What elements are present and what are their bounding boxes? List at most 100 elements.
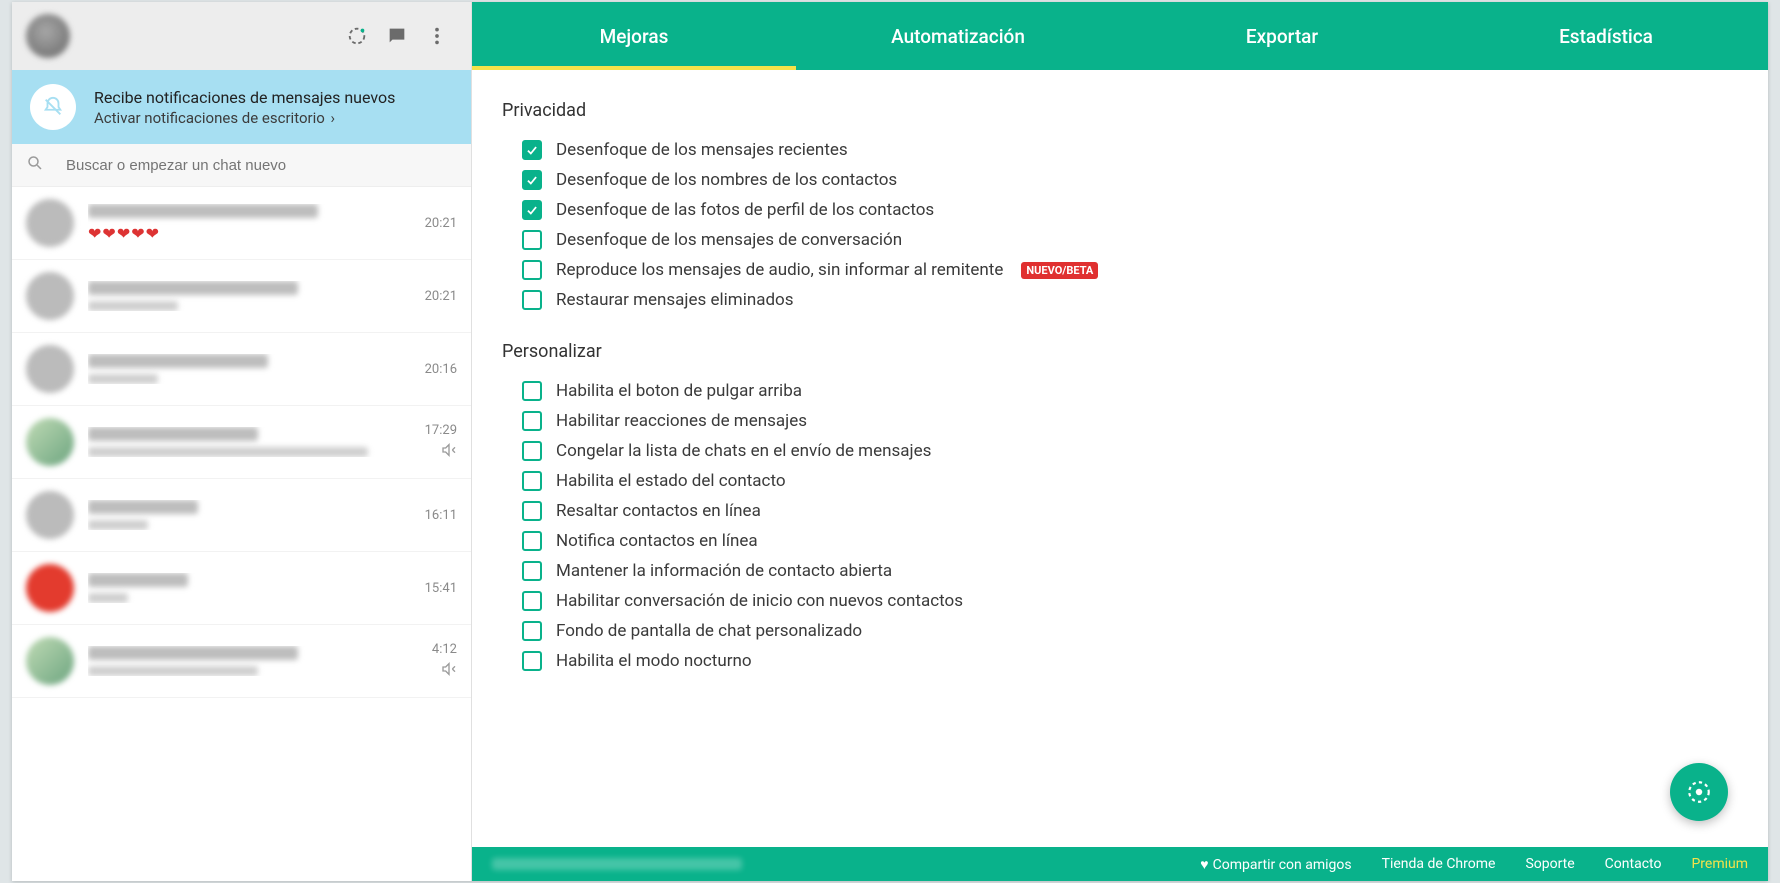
chat-avatar [26,564,74,612]
option-label: Desenfoque de los mensajes de conversaci… [556,230,902,250]
chat-name [88,427,258,441]
checkbox[interactable] [522,561,542,581]
footer-user-info [492,858,742,870]
notification-title: Recibe notificaciones de mensajes nuevos [94,88,453,107]
chat-row[interactable]: 16:11 [12,479,471,552]
chat-time: 17:29 [425,423,457,438]
option-label: Resaltar contactos en línea [556,501,761,521]
option-row[interactable]: Habilita el boton de pulgar arriba [522,376,1738,406]
menu-icon[interactable] [417,16,457,56]
option-row[interactable]: Desenfoque de los mensajes de conversaci… [522,225,1738,255]
option-row[interactable]: Habilita el modo nocturno [522,646,1738,676]
chevron-right-icon: › [327,109,335,127]
checkbox[interactable] [522,200,542,220]
checkbox[interactable] [522,230,542,250]
option-label: Habilitar reacciones de mensajes [556,411,807,431]
chat-time: 16:11 [425,508,457,523]
footer-support[interactable]: Soporte [1525,856,1574,872]
checkbox[interactable] [522,591,542,611]
option-row[interactable]: Notifica contactos en línea [522,526,1738,556]
tab-exportar[interactable]: Exportar [1120,2,1444,70]
footer-store[interactable]: Tienda de Chrome [1382,856,1496,872]
chat-name [88,204,318,218]
footer: ♥Compartir con amigos Tienda de Chrome S… [472,847,1768,881]
sidebar-header [12,2,471,70]
chat-time: 15:41 [425,581,457,596]
chat-time: 4:12 [432,642,457,657]
notification-banner[interactable]: Recibe notificaciones de mensajes nuevos… [12,70,471,144]
section-title: Privacidad [502,100,1738,121]
option-label: Desenfoque de los mensajes recientes [556,140,848,160]
option-row[interactable]: Resaltar contactos en línea [522,496,1738,526]
footer-contact[interactable]: Contacto [1605,856,1662,872]
checkbox[interactable] [522,140,542,160]
status-icon[interactable] [337,16,377,56]
option-label: Habilita el modo nocturno [556,651,752,671]
fab-button[interactable] [1670,763,1728,821]
option-row[interactable]: Reproduce los mensajes de audio, sin inf… [522,255,1738,285]
search-bar[interactable] [12,144,471,187]
chat-row[interactable]: 20:21 [12,260,471,333]
heart-icon: ♥ [1200,857,1208,873]
footer-share[interactable]: ♥Compartir con amigos [1200,856,1351,873]
chat-avatar [26,345,74,393]
main-pane: MejorasAutomatizaciónExportarEstadística… [472,2,1768,881]
checkbox[interactable] [522,531,542,551]
notification-subtitle[interactable]: Activar notificaciones de escritorio › [94,109,453,127]
chat-row[interactable]: 20:16 [12,333,471,406]
option-row[interactable]: Fondo de pantalla de chat personalizado [522,616,1738,646]
self-avatar[interactable] [26,14,70,58]
option-row[interactable]: Congelar la lista de chats en el envío d… [522,436,1738,466]
checkbox[interactable] [522,170,542,190]
option-label: Congelar la lista de chats en el envío d… [556,441,931,461]
chat-preview [88,374,158,384]
checkbox[interactable] [522,290,542,310]
chat-preview [88,520,148,530]
app-root: Recibe notificaciones de mensajes nuevos… [12,2,1768,881]
checkbox[interactable] [522,260,542,280]
chat-avatar [26,491,74,539]
option-label: Desenfoque de los nombres de los contact… [556,170,897,190]
chat-row[interactable]: ❤❤❤❤❤20:21 [12,187,471,260]
chat-preview [88,666,258,676]
option-row[interactable]: Mantener la información de contacto abie… [522,556,1738,586]
settings-content[interactable]: Privacidad Desenfoque de los mensajes rec… [472,70,1768,847]
checkbox[interactable] [522,651,542,671]
chat-list[interactable]: ❤❤❤❤❤20:2120:2120:1617:2916:1115:414:12 [12,187,471,881]
option-label: Reproduce los mensajes de audio, sin inf… [556,260,1003,280]
chat-time: 20:21 [425,216,457,231]
checkbox[interactable] [522,621,542,641]
tab-estadística[interactable]: Estadística [1444,2,1768,70]
option-row[interactable]: Desenfoque de las fotos de perfil de los… [522,195,1738,225]
checkbox[interactable] [522,441,542,461]
chat-preview [88,593,128,603]
option-row[interactable]: Habilitar conversación de inicio con nue… [522,586,1738,616]
chat-name [88,281,298,295]
checkbox[interactable] [522,411,542,431]
chat-row[interactable]: 15:41 [12,552,471,625]
chat-avatar [26,637,74,685]
option-label: Habilita el estado del contacto [556,471,786,491]
chat-row[interactable]: 4:12 [12,625,471,698]
option-row[interactable]: Habilita el estado del contacto [522,466,1738,496]
muted-icon [441,442,457,462]
tab-automatización[interactable]: Automatización [796,2,1120,70]
chat-avatar [26,272,74,320]
new-chat-icon[interactable] [377,16,417,56]
footer-premium[interactable]: Premium [1691,856,1748,872]
sidebar: Recibe notificaciones de mensajes nuevos… [12,2,472,881]
chat-avatar [26,199,74,247]
tab-mejoras[interactable]: Mejoras [472,2,796,70]
chat-name [88,354,268,368]
checkbox[interactable] [522,471,542,491]
option-label: Restaurar mensajes eliminados [556,290,794,310]
option-row[interactable]: Habilitar reacciones de mensajes [522,406,1738,436]
search-input[interactable] [66,157,457,174]
checkbox[interactable] [522,501,542,521]
option-label: Desenfoque de las fotos de perfil de los… [556,200,934,220]
checkbox[interactable] [522,381,542,401]
option-row[interactable]: Desenfoque de los nombres de los contact… [522,165,1738,195]
chat-row[interactable]: 17:29 [12,406,471,479]
option-row[interactable]: Desenfoque de los mensajes recientes [522,135,1738,165]
option-row[interactable]: Restaurar mensajes eliminados [522,285,1738,315]
